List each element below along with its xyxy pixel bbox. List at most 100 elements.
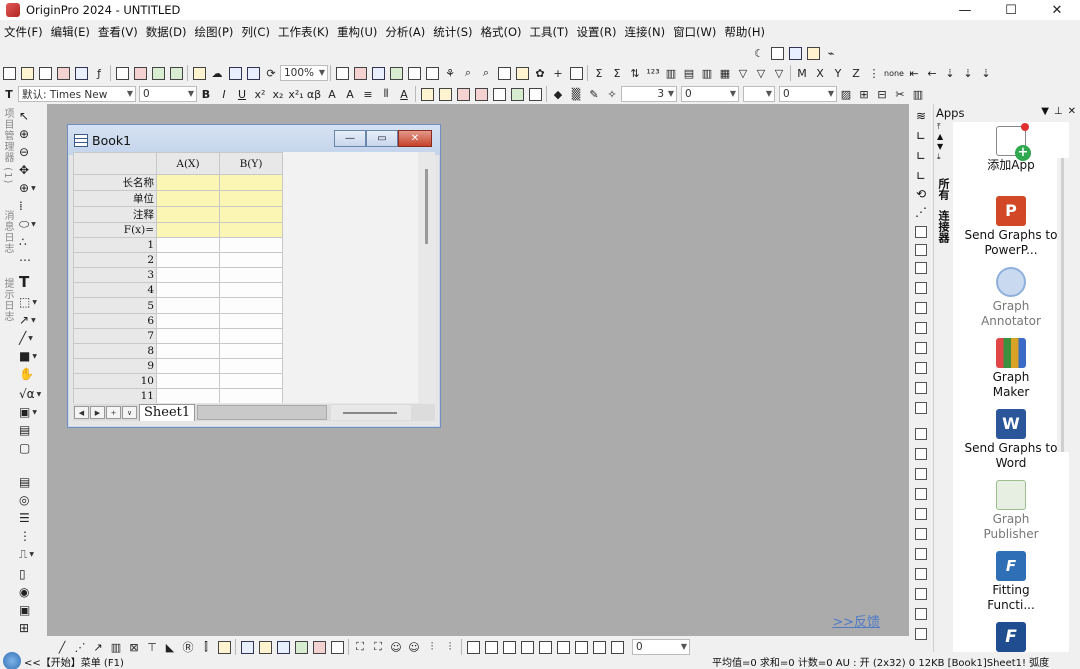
panel-plot8-icon[interactable]: [591, 639, 607, 655]
refresh-icon[interactable]: [352, 65, 368, 81]
cell[interactable]: [219, 388, 283, 403]
align1-icon[interactable]: [913, 426, 929, 441]
menu-file[interactable]: 文件(F): [0, 22, 47, 42]
menu-column[interactable]: 列(C): [237, 22, 274, 42]
layer-icon[interactable]: ▤: [19, 474, 41, 490]
matrix-plot-icon[interactable]: [311, 639, 327, 655]
workbook-maximize-button[interactable]: ▭: [366, 130, 398, 147]
image-plot-icon[interactable]: [329, 639, 345, 655]
increase-font-icon[interactable]: A: [324, 86, 340, 102]
horizontal-scrollbar[interactable]: [197, 405, 328, 420]
minimize-button[interactable]: —: [942, 0, 988, 20]
panel-plot9-icon[interactable]: [609, 639, 625, 655]
save-template-icon[interactable]: [245, 65, 261, 81]
layer2-icon[interactable]: [913, 242, 929, 257]
box-plot-icon[interactable]: ⊤: [144, 639, 160, 655]
pie-plot-icon[interactable]: ⊠: [126, 639, 142, 655]
font-name-combo[interactable]: 默认: Times New ▼: [18, 86, 136, 102]
pan-icon[interactable]: ✥: [19, 162, 41, 178]
3d-rotate-icon[interactable]: ▢: [19, 440, 41, 456]
rotate-icon[interactable]: ⟲: [913, 186, 929, 201]
panel-plot7-icon[interactable]: [573, 639, 589, 655]
speed-mode-icon[interactable]: ⌁: [823, 45, 839, 61]
cell-color-icon[interactable]: [455, 86, 471, 102]
cell[interactable]: [219, 237, 283, 254]
menu-plot[interactable]: 绘图(P): [191, 22, 238, 42]
project-explorer-icon[interactable]: ⚘: [442, 65, 458, 81]
workspace[interactable]: Book1 — ▭ ✕ A(X) B(Y) 长名称 单位 注释 F(x)= 1 …: [47, 104, 909, 636]
hand-icon[interactable]: ✋: [19, 366, 41, 382]
save-icon[interactable]: [227, 65, 243, 81]
frame4-icon[interactable]: [913, 360, 929, 375]
set-x-icon[interactable]: X: [812, 65, 828, 81]
cell[interactable]: [156, 372, 220, 390]
cell[interactable]: [219, 327, 283, 344]
frame2-icon[interactable]: [913, 320, 929, 335]
cell[interactable]: [156, 252, 220, 269]
format-brush-icon[interactable]: [527, 86, 543, 102]
paste-format-icon[interactable]: [787, 45, 803, 61]
open-icon[interactable]: [191, 65, 207, 81]
align2-icon[interactable]: [913, 446, 929, 461]
statistics-on-columns-icon[interactable]: Σ: [591, 65, 607, 81]
underline-icon[interactable]: U: [234, 86, 250, 102]
color-picker-icon[interactable]: ◉: [19, 584, 41, 600]
cell[interactable]: [219, 190, 283, 207]
new-matrix-icon[interactable]: [73, 65, 89, 81]
cell[interactable]: [156, 206, 220, 223]
menu-reshape[interactable]: 重构(U): [333, 22, 381, 42]
app-item[interactable]: W Send Graphs to Word: [953, 409, 1069, 470]
stacked-chart-icon[interactable]: ▥: [699, 65, 715, 81]
tab-project-explorer[interactable]: 项目管理器 (1): [1, 108, 15, 184]
app-item[interactable]: Graph Annotator: [953, 267, 1069, 328]
heatmap-plot-icon[interactable]: [293, 639, 309, 655]
border-icon[interactable]: ⊞: [856, 86, 872, 102]
line-tool-icon[interactable]: ╱ ▼: [19, 330, 41, 346]
previous-icon[interactable]: ←: [924, 65, 940, 81]
app-item[interactable]: + 添加App: [953, 123, 1069, 173]
menu-settings[interactable]: 设置(R): [573, 22, 621, 42]
symbol-size-combo[interactable]: 0 ▼: [779, 86, 837, 102]
first-icon[interactable]: ⇤: [906, 65, 922, 81]
panel-menu-icon[interactable]: ▼: [1041, 106, 1049, 117]
line-color-icon[interactable]: ✎: [586, 86, 602, 102]
filter-clear-icon[interactable]: ▽: [753, 65, 769, 81]
row-number[interactable]: 3: [73, 267, 157, 284]
fill-color-icon[interactable]: ◆: [550, 86, 566, 102]
axis3-icon[interactable]: ∟: [913, 168, 929, 183]
line-symbol-plot-icon[interactable]: ↗: [90, 639, 106, 655]
export-icon[interactable]: [168, 65, 184, 81]
new-workbook-icon[interactable]: [37, 65, 53, 81]
conditional-format-icon[interactable]: [509, 86, 525, 102]
zoom-combo[interactable]: 100% ▼: [280, 65, 328, 81]
theme-gallery-icon[interactable]: [805, 45, 821, 61]
insert-object-icon[interactable]: ▤: [19, 422, 41, 438]
new-layout-icon[interactable]: [114, 65, 130, 81]
cell[interactable]: [156, 388, 220, 403]
zoom-out-icon[interactable]: ⊖: [19, 144, 41, 160]
grid-view-icon[interactable]: ⊞: [19, 620, 41, 636]
maximize-button[interactable]: ☐: [988, 0, 1034, 20]
font-size-combo[interactable]: 0 ▼: [139, 86, 197, 102]
copy-format-icon[interactable]: [769, 45, 785, 61]
line-plot-icon[interactable]: ╱: [54, 639, 70, 655]
region-icon[interactable]: ⬚ ▼: [19, 294, 41, 310]
hatch-icon[interactable]: ≋: [913, 108, 929, 123]
cell[interactable]: [219, 221, 283, 239]
superscript-icon[interactable]: x²: [252, 86, 268, 102]
scroll-bottom-icon[interactable]: ⤓: [937, 152, 949, 162]
panel-plot6-icon[interactable]: [555, 639, 571, 655]
import-icon[interactable]: [150, 65, 166, 81]
cell[interactable]: [156, 221, 220, 239]
frame1-icon[interactable]: [913, 300, 929, 315]
subscript-icon[interactable]: x₂: [270, 86, 286, 102]
cell-style-icon[interactable]: [473, 86, 489, 102]
draw-data-icon[interactable]: ⋯: [19, 252, 41, 268]
sheet-list-icon[interactable]: ∨: [122, 406, 137, 419]
layer3-icon[interactable]: [913, 260, 929, 275]
italic-icon[interactable]: I: [216, 86, 232, 102]
polar-plot-icon[interactable]: Ⓡ: [180, 639, 196, 655]
sheet-prev-icon[interactable]: ◀: [74, 406, 89, 419]
menu-help[interactable]: 帮助(H): [720, 22, 769, 42]
align11-icon[interactable]: [913, 626, 929, 641]
